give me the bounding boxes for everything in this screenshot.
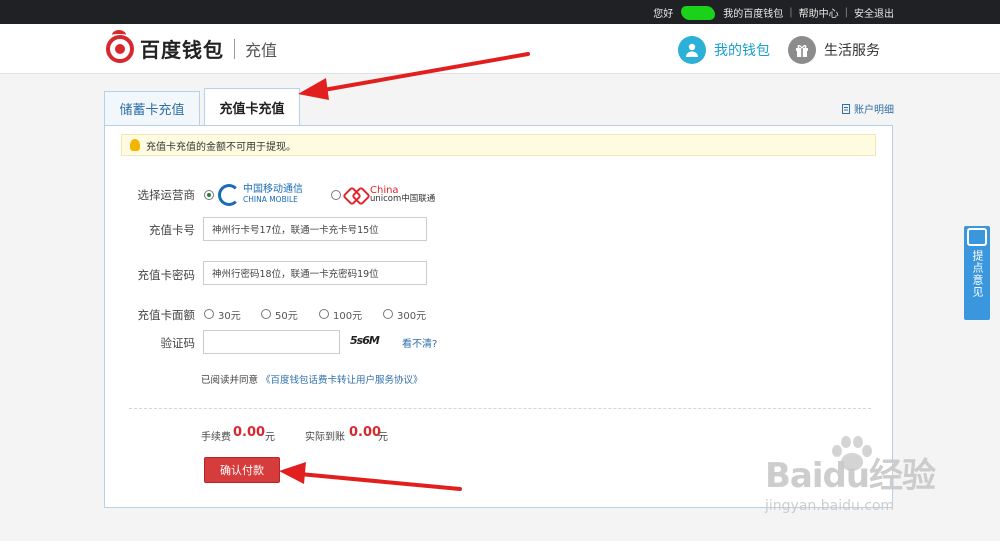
option-30-label: 30元 [218, 311, 241, 322]
gift-icon [788, 36, 816, 64]
my-wallet-link[interactable]: 我的百度钱包 [723, 5, 783, 20]
operator-label: 选择运营商 [137, 188, 196, 202]
separator: | [844, 7, 848, 18]
china-unicom-text: China unicom中国联通 [370, 186, 435, 204]
card-password-label: 充值卡密码 [137, 268, 196, 282]
tab-debit-card-recharge[interactable]: 储蓄卡充值 [104, 91, 200, 125]
fee-value: 0.00 [233, 425, 266, 440]
my-wallet-label: 我的钱包 [714, 43, 770, 59]
page-title: 充值 [245, 40, 278, 60]
wallet-logo-icon [106, 29, 134, 63]
logout-link[interactable]: 安全退出 [854, 5, 894, 20]
radio-china-unicom[interactable] [331, 190, 341, 200]
actual-amount-unit: 元 [378, 432, 388, 443]
life-service-nav[interactable]: 生活服务 [788, 36, 880, 64]
fee-label: 手续费 [201, 432, 231, 443]
user-icon [678, 36, 706, 64]
fee-unit: 元 [265, 432, 275, 443]
life-service-label: 生活服务 [824, 43, 880, 59]
option-100-label: 100元 [333, 311, 363, 322]
agree-text: 已阅读并同意 [201, 375, 259, 386]
card-number-label: 充值卡号 [149, 223, 195, 237]
option-50-label: 50元 [275, 311, 298, 322]
notice-bar: 充值卡充值的金额不可用于提现。 [121, 134, 876, 156]
radio-30[interactable] [204, 309, 214, 319]
account-detail-link[interactable]: 账户明细 [842, 101, 894, 116]
header: 百度钱包 充值 我的钱包 生活服务 [0, 24, 1000, 74]
baidu-jingyan-watermark: Baidu经验 jingyan.baidu.com [765, 436, 965, 520]
captcha-label: 验证码 [160, 336, 196, 350]
tab-recharge-card[interactable]: 充值卡充值 [204, 88, 300, 126]
card-password-input[interactable]: 神州行密码18位，联通一卡充密码19位 [203, 261, 427, 285]
help-center-link[interactable]: 帮助中心 [799, 5, 839, 20]
captcha-input[interactable] [203, 330, 340, 354]
watermark-sub: jingyan.baidu.com [765, 498, 895, 514]
top-bar: 您好 我的百度钱包 | 帮助中心 | 安全退出 [0, 0, 1000, 24]
logo-divider [234, 38, 235, 59]
china-mobile-cn: 中国移动通信 [243, 184, 303, 195]
china-mobile-text: 中国移动通信 CHINA MOBILE [243, 185, 303, 205]
denomination-label: 充值卡面额 [137, 308, 196, 322]
agreement-row: 已阅读并同意 《百度钱包话费卡转让用户服务协议》 [201, 372, 423, 386]
my-wallet-nav[interactable]: 我的钱包 [678, 36, 770, 64]
feedback-tab[interactable]: 提点意见 [964, 226, 990, 320]
china-mobile-icon [218, 184, 240, 206]
header-nav: 我的钱包 生活服务 [678, 36, 880, 64]
watermark-main: Baidu经验 [765, 456, 936, 496]
top-links: 您好 我的百度钱包 | 帮助中心 | 安全退出 [653, 5, 894, 20]
radio-china-mobile[interactable] [204, 190, 214, 200]
radio-300[interactable] [383, 309, 393, 319]
radio-100[interactable] [319, 309, 329, 319]
radio-50[interactable] [261, 309, 271, 319]
actual-amount-label: 实际到账 [305, 432, 345, 443]
feedback-label: 提点意见 [971, 250, 984, 298]
lightbulb-icon [130, 139, 140, 151]
card-number-input[interactable]: 神州行卡号17位，联通一卡充卡号15位 [203, 217, 427, 241]
confirm-pay-button[interactable]: 确认付款 [204, 457, 280, 483]
china-unicom-icon [345, 185, 367, 205]
china-mobile-en: CHINA MOBILE [243, 195, 298, 204]
divider [129, 408, 871, 409]
china-mobile-logo[interactable]: 中国移动通信 CHINA MOBILE [218, 183, 306, 207]
chat-bubble-icon [967, 228, 987, 246]
logo-text: 百度钱包 [140, 38, 224, 62]
account-detail-label: 账户明细 [854, 105, 894, 116]
notice-text: 充值卡充值的金额不可用于提现。 [146, 141, 296, 153]
option-300-label: 300元 [397, 311, 427, 322]
greeting-text: 您好 [653, 9, 674, 20]
china-unicom-logo[interactable]: China unicom中国联通 [345, 183, 449, 207]
separator: | [789, 7, 793, 18]
agreement-link[interactable]: 《百度钱包话费卡转让用户服务协议》 [261, 375, 423, 386]
document-icon [842, 103, 850, 114]
captcha-image[interactable]: 5s6M [350, 334, 380, 347]
baidu-wallet-logo[interactable]: 百度钱包 充值 [106, 29, 278, 63]
actual-amount-value: 0.00 [349, 425, 382, 440]
username-redacted [681, 5, 716, 20]
china-unicom-en2: unicom中国联通 [370, 194, 436, 204]
captcha-refresh-link[interactable]: 看不清? [402, 335, 437, 350]
